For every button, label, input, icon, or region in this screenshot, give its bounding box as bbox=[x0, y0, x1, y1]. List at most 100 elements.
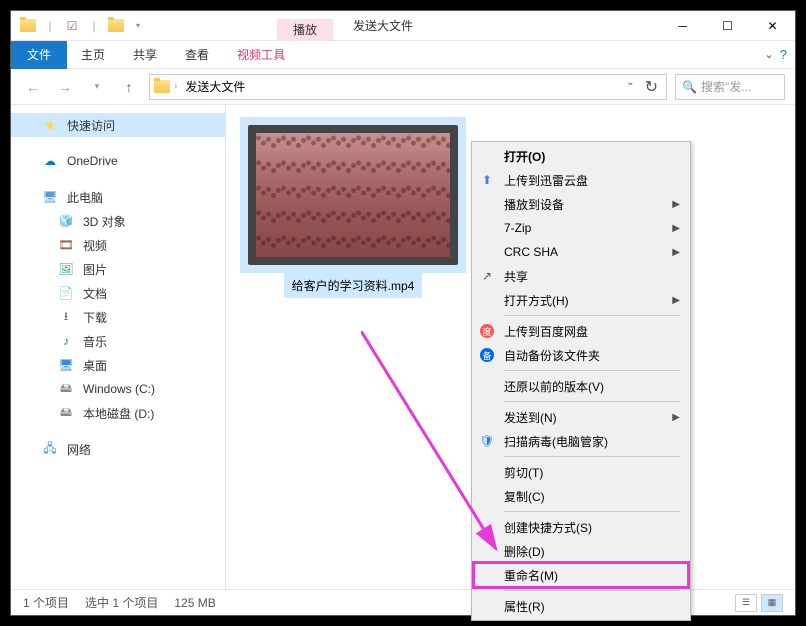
menu-separator bbox=[504, 370, 680, 371]
menu-item[interactable]: 重命名(M) bbox=[474, 563, 688, 587]
pc-icon: 🖥 bbox=[41, 188, 59, 206]
nav-this-pc[interactable]: 🖥 此电脑 bbox=[11, 185, 225, 209]
menu-separator bbox=[504, 401, 680, 402]
menu-icon bbox=[478, 597, 496, 615]
menu-item[interactable]: 复制(C) bbox=[474, 484, 688, 508]
file-item[interactable]: 给客户的学习资料.mp4 bbox=[238, 117, 468, 298]
folder-icon bbox=[154, 80, 170, 93]
search-placeholder: 搜索"发... bbox=[701, 78, 751, 95]
pic-icon: 🖼 bbox=[57, 260, 75, 278]
video-thumbnail bbox=[248, 125, 458, 265]
menu-item[interactable]: 播放到设备▶ bbox=[474, 192, 688, 216]
menu-label: 剪切(T) bbox=[504, 464, 680, 481]
menu-label: 打开方式(H) bbox=[504, 292, 664, 309]
menu-item[interactable]: 打开(O) bbox=[474, 144, 688, 168]
folder-icon bbox=[107, 17, 125, 35]
drive-icon: 🖴 bbox=[57, 404, 75, 422]
nav-item[interactable]: 🖥桌面 bbox=[11, 353, 225, 377]
nav-item[interactable]: 🖴Windows (C:) bbox=[11, 377, 225, 401]
nav-quick-access[interactable]: ★ 快速访问 bbox=[11, 113, 225, 137]
search-input[interactable]: 🔍 搜索"发... bbox=[675, 74, 785, 100]
menu-label: 还原以前的版本(V) bbox=[504, 378, 680, 395]
nav-label: 快速访问 bbox=[67, 117, 115, 134]
nav-item[interactable]: 🖴本地磁盘 (D:) bbox=[11, 401, 225, 425]
menu-item[interactable]: 7-Zip▶ bbox=[474, 216, 688, 240]
menu-item[interactable]: CRC SHA ▶ bbox=[474, 240, 688, 264]
recent-dropdown-icon[interactable]: ▾ bbox=[85, 75, 109, 99]
forward-button[interactable]: → bbox=[53, 75, 77, 99]
menu-label: 重命名(M) bbox=[504, 567, 680, 584]
menu-icon: 度 bbox=[478, 322, 496, 340]
chevron-right-icon: ▶ bbox=[672, 247, 680, 258]
quick-access-toolbar: | ☑ | ▾ bbox=[11, 17, 147, 35]
nav-item[interactable]: 🧊3D 对象 bbox=[11, 209, 225, 233]
menu-item[interactable]: ↗共享 bbox=[474, 264, 688, 288]
menu-item[interactable]: 发送到(N)▶ bbox=[474, 405, 688, 429]
close-button[interactable]: ✕ bbox=[750, 11, 795, 41]
menu-icon: ⬆ bbox=[478, 171, 496, 189]
menu-icon: 备 bbox=[478, 346, 496, 364]
menu-item[interactable]: 还原以前的版本(V) bbox=[474, 374, 688, 398]
cube-icon: 🧊 bbox=[57, 212, 75, 230]
view-thumbnails-button[interactable]: ▦ bbox=[761, 594, 783, 612]
nav-item[interactable]: 📄文档 bbox=[11, 281, 225, 305]
window-controls: ─ ☐ ✕ bbox=[660, 11, 795, 41]
menu-item[interactable]: 打开方式(H)▶ bbox=[474, 288, 688, 312]
menu-label: CRC SHA bbox=[504, 245, 664, 259]
menu-label: 共享 bbox=[504, 268, 680, 285]
maximize-button[interactable]: ☐ bbox=[705, 11, 750, 41]
tab-view[interactable]: 查看 bbox=[171, 41, 223, 69]
menu-label: 复制(C) bbox=[504, 488, 680, 505]
nav-item[interactable]: ⭳ 下载 bbox=[11, 305, 225, 329]
file-tab[interactable]: 文件 bbox=[11, 41, 67, 69]
nav-label: 下载 bbox=[83, 309, 107, 326]
dl-icon: ⭳ bbox=[57, 308, 75, 326]
drive-icon: 🖴 bbox=[57, 380, 75, 398]
qat-dropdown-icon[interactable]: ▾ bbox=[129, 17, 147, 35]
status-item-count: 1 个项目 bbox=[23, 594, 69, 611]
menu-item[interactable]: 备自动备份该文件夹 bbox=[474, 343, 688, 367]
menu-item[interactable]: ⬆上传到迅雷云盘 bbox=[474, 168, 688, 192]
cloud-icon: ☁ bbox=[41, 152, 59, 170]
address-dropdown-icon[interactable]: ⌄ bbox=[622, 77, 638, 97]
nav-label: 此电脑 bbox=[67, 189, 103, 206]
folder-icon bbox=[19, 17, 37, 35]
tab-video-tools[interactable]: 视频工具 bbox=[223, 41, 299, 69]
nav-item[interactable]: ♪音乐 bbox=[11, 329, 225, 353]
context-tab-play[interactable]: 播放 bbox=[277, 19, 333, 41]
ribbon-expand-icon[interactable]: ⌄ bbox=[765, 48, 774, 61]
help-icon[interactable]: ? bbox=[780, 47, 787, 62]
nav-onedrive[interactable]: ☁ OneDrive bbox=[11, 149, 225, 173]
menu-separator bbox=[504, 590, 680, 591]
menu-label: 发送到(N) bbox=[504, 409, 664, 426]
tab-home[interactable]: 主页 bbox=[67, 41, 119, 69]
up-button[interactable]: ↑ bbox=[117, 75, 141, 99]
nav-label: 桌面 bbox=[83, 357, 107, 374]
menu-icon bbox=[478, 291, 496, 309]
view-details-button[interactable]: ☰ bbox=[735, 594, 757, 612]
address-input[interactable]: › 发送大文件 ⌄ ↻ bbox=[149, 74, 667, 100]
menu-item[interactable]: 🛡扫描病毒(电脑管家) bbox=[474, 429, 688, 453]
nav-item[interactable]: 🖼图片 bbox=[11, 257, 225, 281]
menu-icon bbox=[478, 377, 496, 395]
nav-network[interactable]: 🖧 网络 bbox=[11, 437, 225, 461]
nav-item[interactable]: 🎞视频 bbox=[11, 233, 225, 257]
menu-item[interactable]: 创建快捷方式(S) bbox=[474, 515, 688, 539]
nav-label: 网络 bbox=[67, 441, 91, 458]
menu-item[interactable]: 剪切(T) bbox=[474, 460, 688, 484]
breadcrumb-item[interactable]: 发送大文件 bbox=[181, 78, 249, 95]
menu-icon bbox=[478, 487, 496, 505]
nav-label: OneDrive bbox=[67, 154, 118, 168]
checkbox-icon[interactable]: ☑ bbox=[63, 17, 81, 35]
menu-label: 创建快捷方式(S) bbox=[504, 519, 680, 536]
back-button[interactable]: ← bbox=[21, 75, 45, 99]
qat-divider-icon: | bbox=[41, 17, 59, 35]
minimize-button[interactable]: ─ bbox=[660, 11, 705, 41]
menu-item[interactable]: 度上传到百度网盘 bbox=[474, 319, 688, 343]
music-icon: ♪ bbox=[57, 332, 75, 350]
tab-share[interactable]: 共享 bbox=[119, 41, 171, 69]
menu-item[interactable]: 属性(R) bbox=[474, 594, 688, 618]
menu-item[interactable]: 删除(D) bbox=[474, 539, 688, 563]
refresh-icon[interactable]: ↻ bbox=[641, 77, 662, 97]
explorer-window: | ☑ | ▾ 播放 发送大文件 ─ ☐ ✕ 文件 主页 共享 查看 视频工具 … bbox=[10, 10, 796, 616]
